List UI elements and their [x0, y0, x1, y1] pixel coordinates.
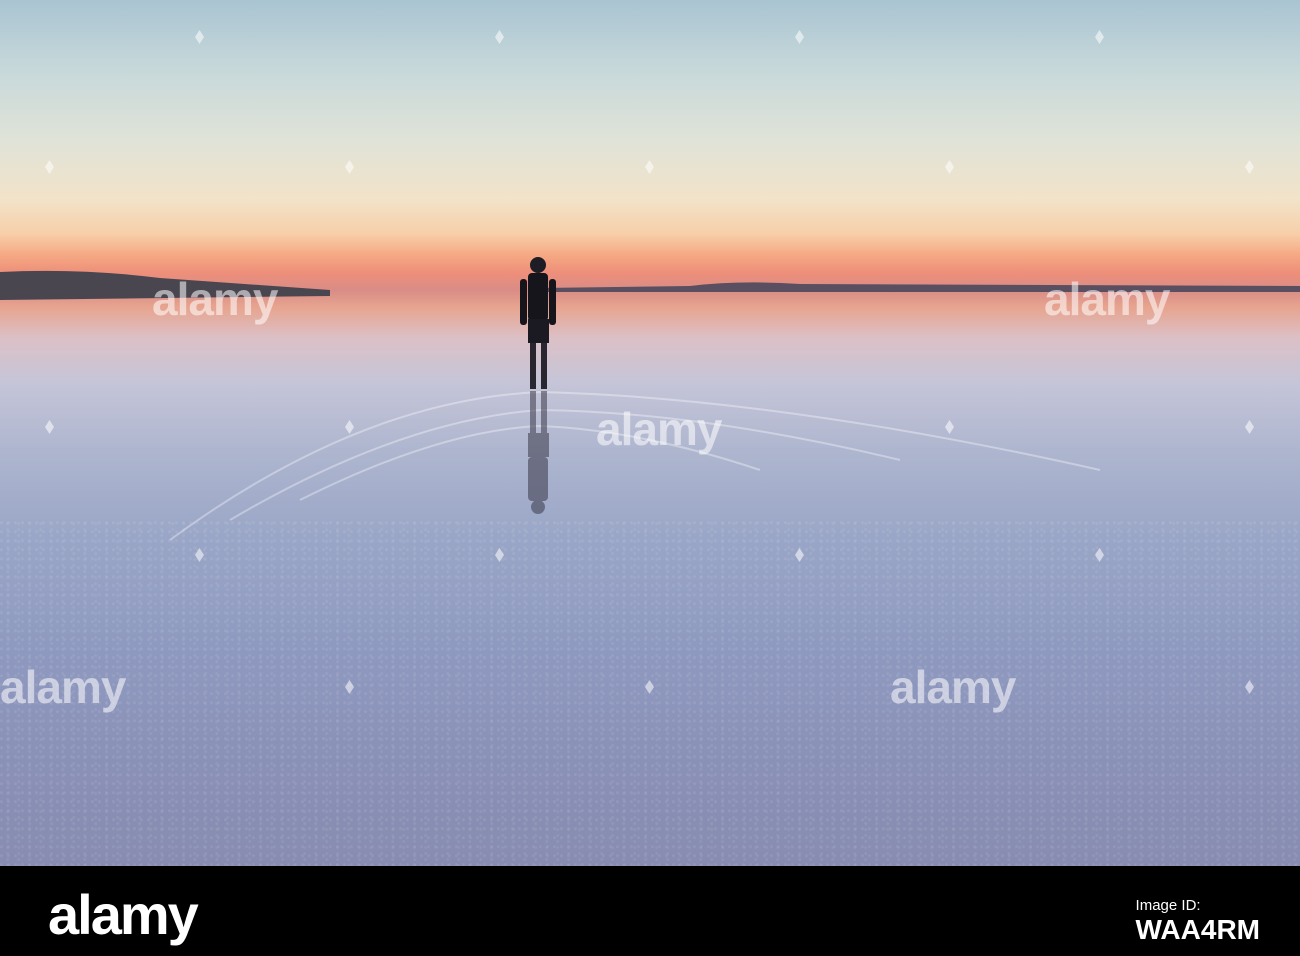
image-id-block: Image ID: WAA4RM [1136, 897, 1260, 946]
watermark-text: alamy [0, 661, 126, 713]
watermark-text: alamy [1044, 273, 1170, 325]
stock-photo-frame: alamy alamy alamy alamy alamy alamy Imag… [0, 0, 1300, 956]
image-id-label: Image ID: [1135, 897, 1201, 914]
watermark-text: alamy [596, 403, 722, 455]
watermark-text: alamy [890, 661, 1016, 713]
sunset-salt-lake-photo: alamy alamy alamy alamy alamy [0, 0, 1300, 866]
standing-man-silhouette [520, 257, 556, 514]
image-id-value: WAA4RM [1135, 914, 1260, 945]
watermark-text: alamy [152, 273, 278, 325]
alamy-logo: alamy [48, 883, 199, 946]
